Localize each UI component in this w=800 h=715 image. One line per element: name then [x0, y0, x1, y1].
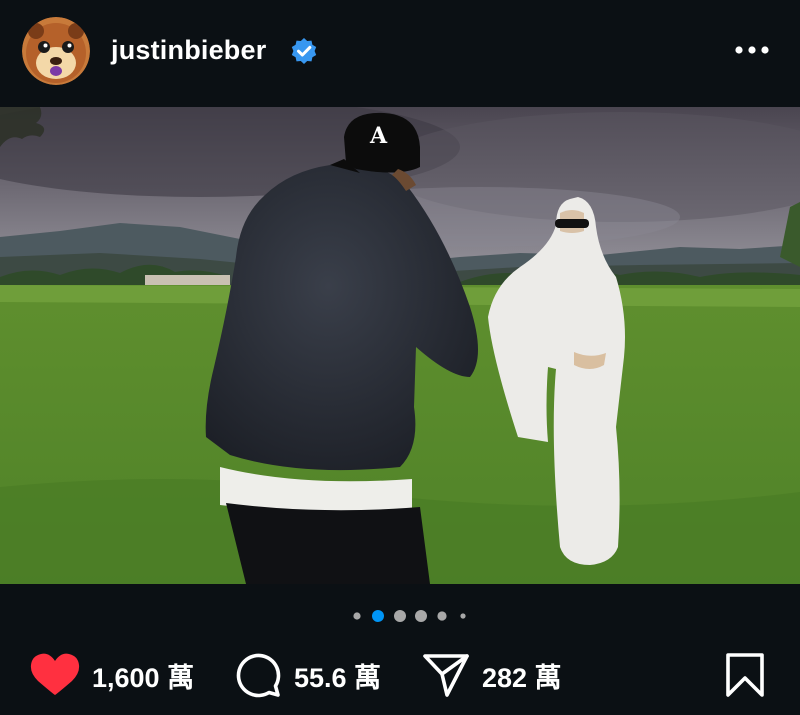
save-button[interactable]: [722, 652, 768, 698]
comment-count: 55.6 萬: [294, 662, 382, 693]
paper-plane-icon: [423, 654, 469, 697]
comment-button[interactable]: 55.6 萬: [234, 648, 381, 702]
verified-badge-icon: [291, 38, 317, 64]
carousel-dot: [353, 612, 361, 620]
more-options-button[interactable]: [730, 33, 774, 67]
heart-filled-icon: [30, 653, 80, 695]
more-horizontal-icon: [735, 46, 769, 54]
comment-bubble-icon: [236, 653, 281, 698]
carousel-dots: [353, 610, 466, 622]
bookmark-icon: [726, 653, 764, 697]
carousel-dot: [437, 611, 447, 621]
carousel-dot: [460, 613, 466, 619]
carousel-dot: [394, 610, 406, 622]
post-photo-illustration: A: [0, 107, 800, 584]
carousel-pager: [0, 604, 800, 628]
share-button[interactable]: 282 萬: [422, 648, 562, 702]
post-username[interactable]: justinbieber: [111, 30, 266, 70]
action-bar: 1,600 萬 55.6 萬 282 萬: [0, 640, 800, 710]
carousel-dot: [415, 610, 427, 622]
carousel-dot-active: [372, 610, 384, 622]
like-button[interactable]: 1,600 萬: [30, 648, 194, 702]
svg-text:A: A: [369, 123, 388, 149]
post-photo[interactable]: A: [0, 107, 800, 584]
share-count: 282 萬: [482, 662, 562, 693]
cartoon-bear-avatar-icon: [22, 17, 90, 85]
instagram-post: justinbieber A 1,600 萬 55.6 萬 282 萬: [0, 0, 800, 715]
post-header: justinbieber: [0, 0, 800, 104]
profile-avatar[interactable]: [22, 17, 90, 85]
like-count: 1,600 萬: [92, 662, 195, 693]
